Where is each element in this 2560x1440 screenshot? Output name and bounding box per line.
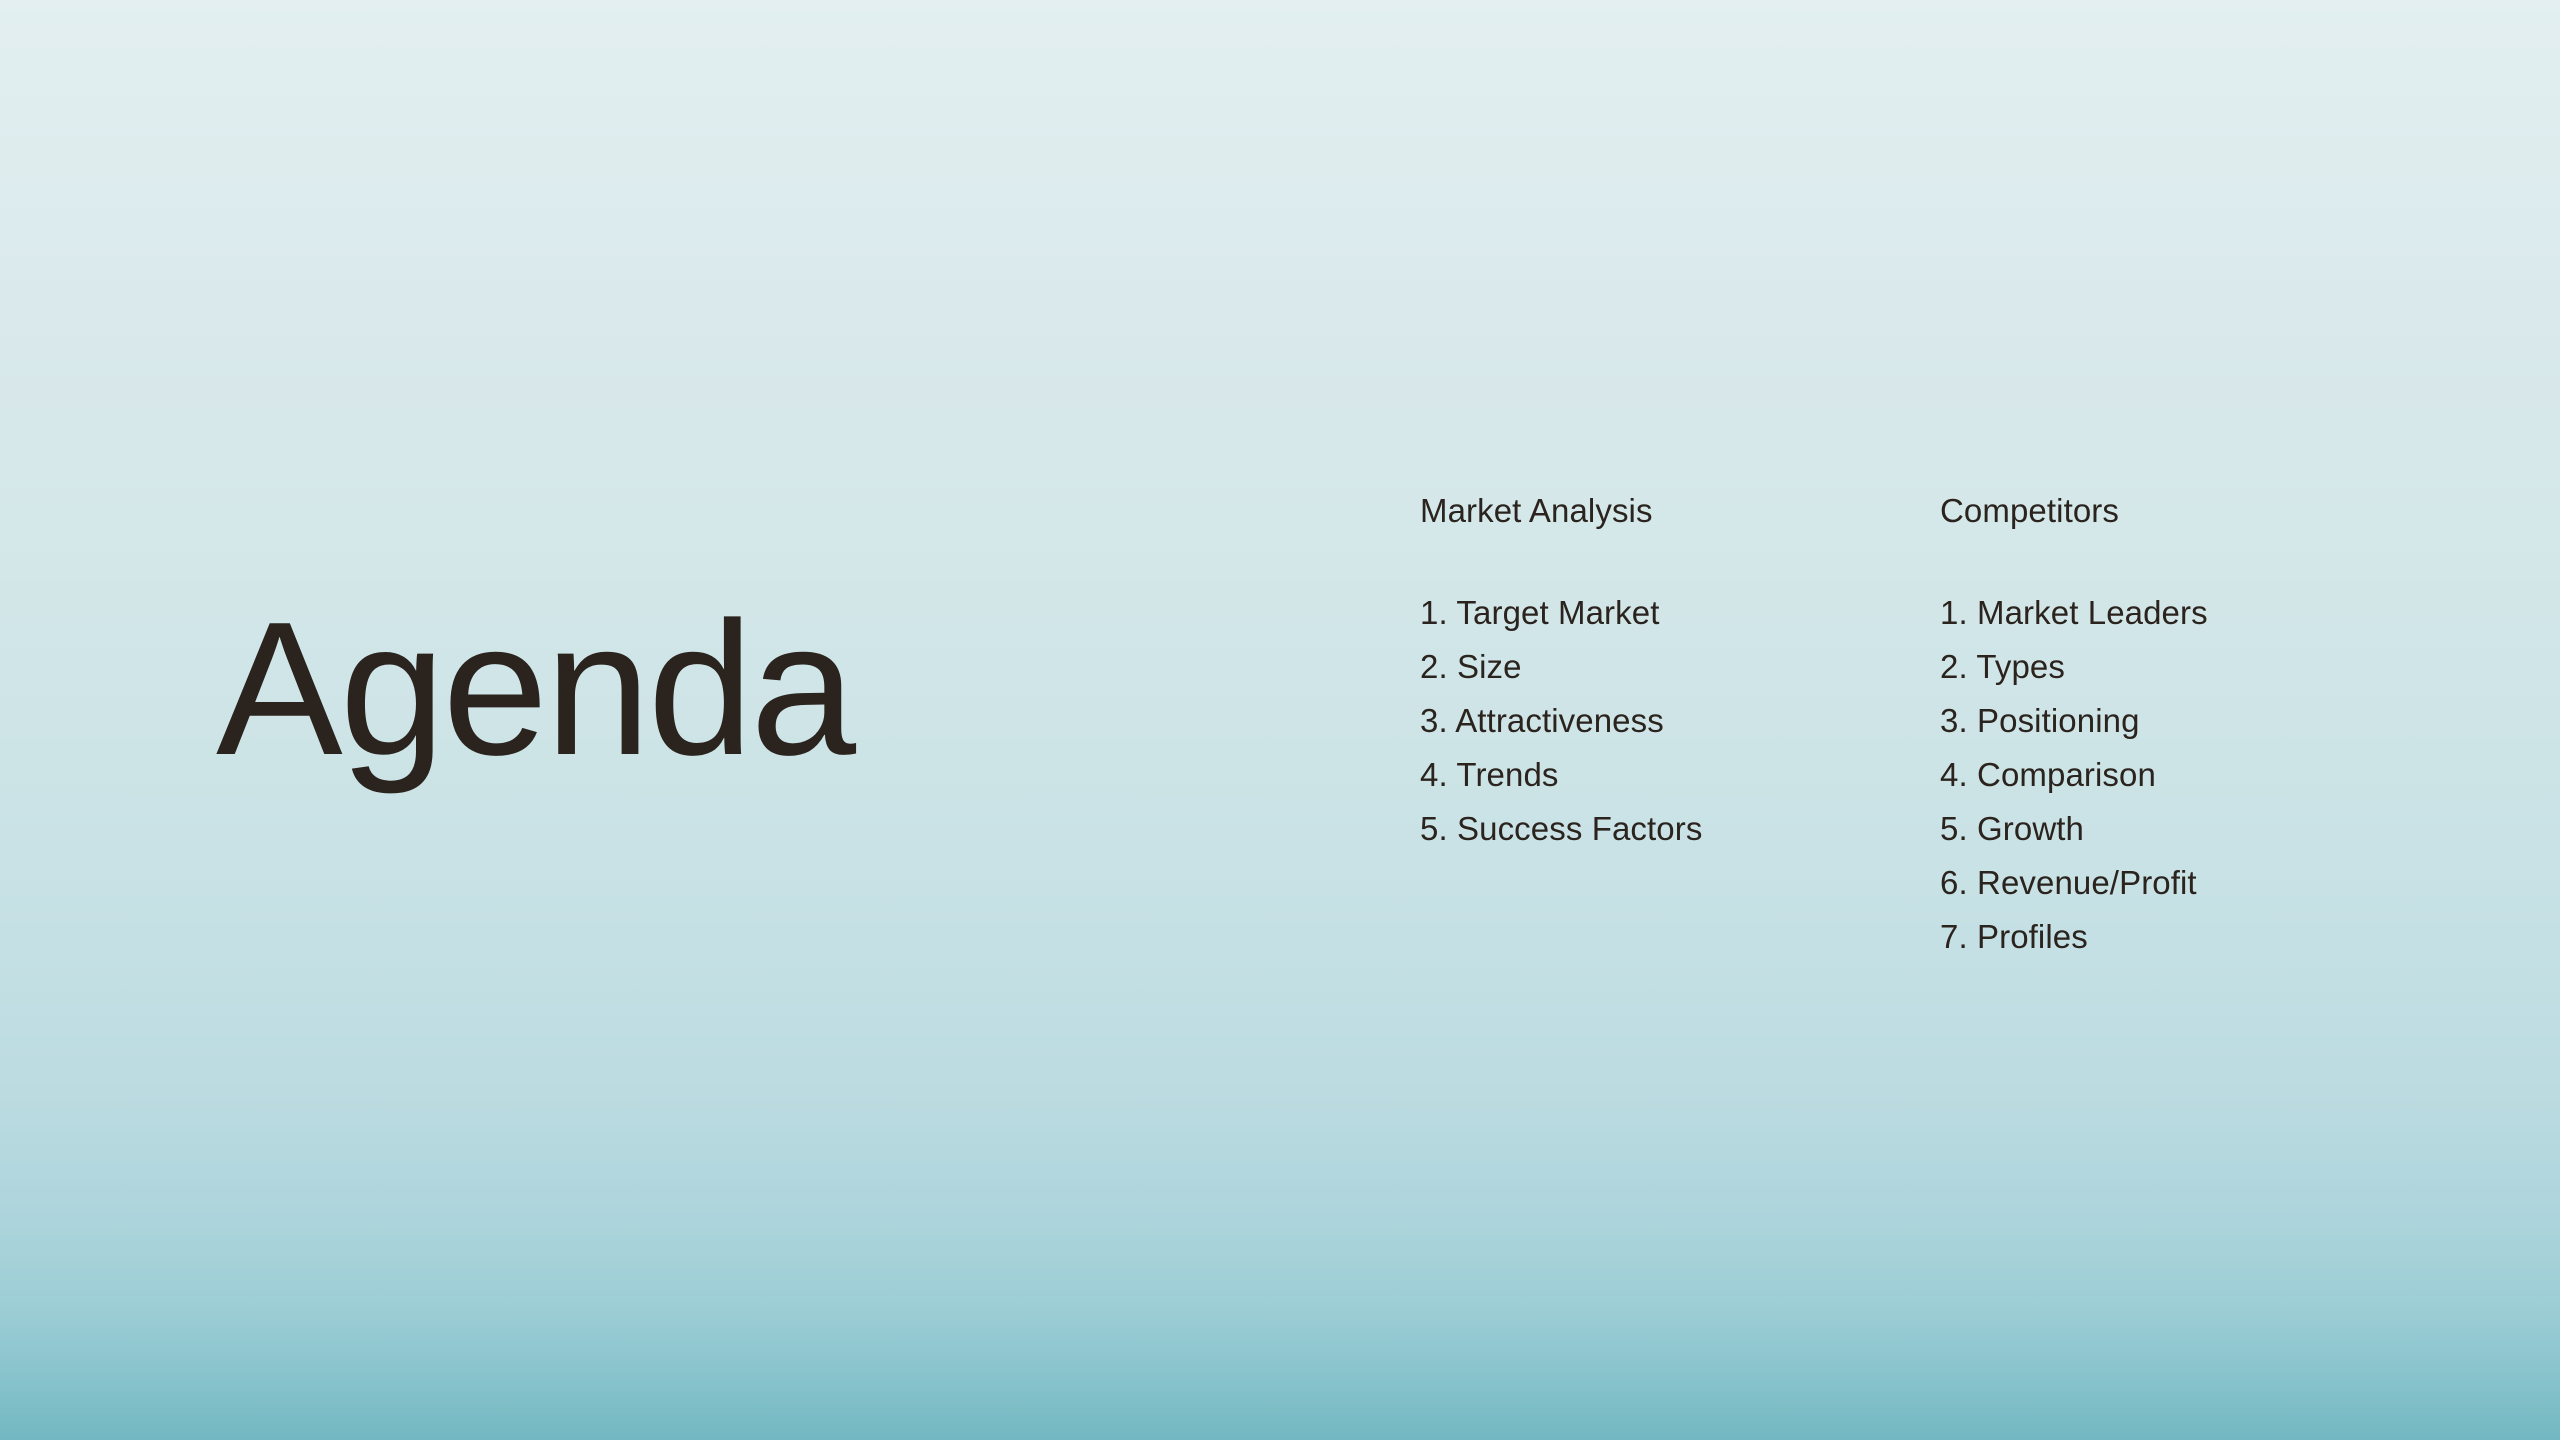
list-item-label: Market Leaders [1977,593,2208,631]
list-item: 1. Market Leaders [1940,586,2370,640]
list-item: 2. Types [1940,640,2370,694]
list-item-label: Target Market [1456,593,1660,631]
list-item-number: 7. [1940,917,1968,955]
list-item-number: 1. [1420,593,1448,631]
agenda-slide: Agenda Market Analysis 1. Target Market … [0,0,2560,1440]
agenda-column-competitors: Competitors 1. Market Leaders 2. Types 3… [1940,492,2370,964]
list-item: 4. Trends [1420,748,1940,802]
list-item: 3. Positioning [1940,694,2370,748]
list-item-number: 3. [1420,701,1448,739]
list-item-label: Comparison [1977,755,2156,793]
list-item-label: Trends [1456,755,1559,793]
list-item: 6. Revenue/Profit [1940,856,2370,910]
list-item-number: 2. [1940,647,1968,685]
list-item: 1. Target Market [1420,586,1940,640]
list-item-number: 3. [1940,701,1968,739]
list-item: 2. Size [1420,640,1940,694]
list-item-number: 4. [1420,755,1448,793]
list-item-number: 6. [1940,863,1968,901]
agenda-list-competitors: 1. Market Leaders 2. Types 3. Positionin… [1940,586,2370,964]
list-item-label: Size [1457,647,1522,685]
list-item: 5. Success Factors [1420,802,1940,856]
column-heading-market-analysis: Market Analysis [1420,492,1653,529]
list-item-number: 2. [1420,647,1448,685]
list-item-label: Attractiveness [1455,701,1664,739]
list-item-label: Success Factors [1457,809,1703,847]
list-item-number: 5. [1420,809,1448,847]
list-item: 5. Growth [1940,802,2370,856]
list-item-label: Profiles [1977,917,2088,955]
list-item-label: Positioning [1977,701,2140,739]
list-item-number: 1. [1940,593,1968,631]
list-item: 4. Comparison [1940,748,2370,802]
list-item-number: 5. [1940,809,1968,847]
title-block: Agenda [216,583,1216,795]
agenda-columns: Market Analysis 1. Target Market 2. Size… [1420,492,2370,964]
list-item-number: 4. [1940,755,1968,793]
agenda-list-market-analysis: 1. Target Market 2. Size 3. Attractivene… [1420,586,1940,856]
list-item: 3. Attractiveness [1420,694,1940,748]
column-heading-competitors: Competitors [1940,492,2119,529]
list-item-label: Revenue/Profit [1977,863,2197,901]
list-item-label: Growth [1977,809,2084,847]
page-title: Agenda [216,583,856,795]
list-item-label: Types [1976,647,2065,685]
agenda-column-market-analysis: Market Analysis 1. Target Market 2. Size… [1420,492,1940,856]
list-item: 7. Profiles [1940,910,2370,964]
